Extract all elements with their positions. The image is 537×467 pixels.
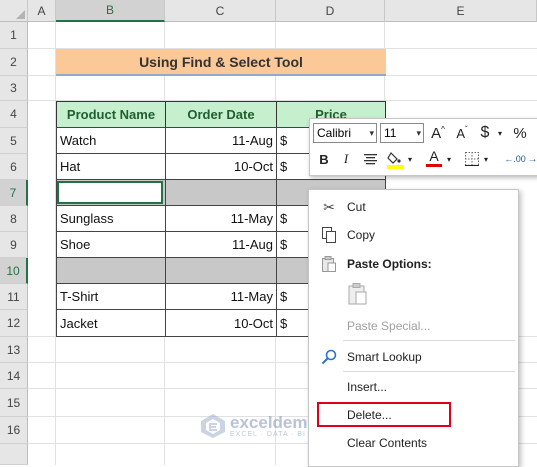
cell-product[interactable]: Shoe — [56, 231, 166, 258]
menu-item-paste-special: Paste Special... — [309, 314, 516, 338]
cell-date-blank[interactable] — [165, 257, 277, 284]
menu-item-label: Paste Options: — [347, 257, 432, 271]
menu-item-label: Cut — [347, 200, 366, 214]
font-size-box[interactable]: 11 ▾ — [380, 123, 424, 143]
row-header-12[interactable]: 12 — [0, 310, 28, 337]
select-all-corner[interactable] — [0, 0, 28, 22]
menu-item-label: Insert... — [347, 380, 388, 394]
cell-product[interactable]: Jacket — [56, 309, 166, 337]
delete-highlight-box — [317, 402, 451, 427]
watermark-name: exceldemy — [230, 413, 317, 432]
cell-date[interactable]: 10-Oct — [165, 309, 277, 337]
paste-clipboard-icon[interactable] — [345, 281, 371, 307]
row-header-5[interactable]: 5 — [0, 128, 28, 154]
font-name-box[interactable]: Calibri ▾ — [313, 123, 377, 143]
scissors-icon: ✂ — [323, 198, 335, 215]
menu-item-clear-contents[interactable]: Clear Contents — [309, 431, 516, 455]
increase-decimal-icon[interactable]: ← .00 — [504, 149, 526, 169]
row-header-1[interactable]: 1 — [0, 22, 28, 49]
row-header-3[interactable]: 3 — [0, 76, 28, 101]
cell-product[interactable]: Sunglass — [56, 205, 166, 232]
column-header-b[interactable]: B — [56, 0, 165, 22]
active-cell[interactable] — [57, 181, 163, 204]
row-header-8[interactable]: 8 — [0, 206, 28, 232]
mini-toolbar: Calibri ▾ 11 ▾ A ^ Aˇ $ ▾ % B I ▾ A ▾ ▾ ←… — [309, 118, 537, 176]
cell-date[interactable]: 11-Aug — [165, 127, 277, 154]
cell-date[interactable]: 11-May — [165, 283, 277, 310]
menu-item-cut[interactable]: ✂ Cut — [309, 195, 516, 219]
row-header-7[interactable]: 7 — [0, 180, 28, 206]
row-header-6[interactable]: 6 — [0, 154, 28, 180]
bold-icon[interactable]: B — [316, 149, 332, 169]
percent-style-icon[interactable]: % — [510, 123, 530, 143]
column-header-d[interactable]: D — [276, 0, 385, 22]
font-name-value: Calibri — [317, 126, 352, 140]
column-header-e[interactable]: E — [385, 0, 537, 22]
menu-separator — [343, 371, 515, 372]
header-order-date[interactable]: Order Date — [165, 101, 277, 128]
column-header-a[interactable]: A — [28, 0, 56, 22]
header-product-name[interactable]: Product Name — [56, 101, 166, 128]
row-header-17[interactable] — [0, 444, 28, 465]
fill-color-dropdown-icon[interactable]: ▾ — [406, 149, 414, 169]
menu-item-label: Smart Lookup — [347, 350, 422, 364]
font-color-dropdown-icon[interactable]: ▾ — [445, 149, 453, 169]
menu-item-label: Paste Special... — [347, 319, 431, 333]
row-header-14[interactable]: 14 — [0, 363, 28, 389]
menu-item-smart-lookup[interactable]: Smart Lookup — [309, 345, 516, 369]
decrease-font-size-icon[interactable]: Aˇ — [452, 123, 472, 143]
menu-item-copy[interactable]: Copy — [309, 223, 516, 247]
smart-lookup-icon — [320, 348, 338, 366]
font-color-icon[interactable]: A — [425, 147, 443, 169]
watermark-tagline: EXCEL · DATA · BI — [230, 431, 306, 438]
menu-item-label: Clear Contents — [347, 436, 428, 450]
align-center-icon[interactable] — [362, 149, 378, 169]
row-header-2[interactable]: 2 — [0, 49, 28, 76]
cell-date[interactable]: 11-May — [165, 205, 277, 232]
menu-separator — [343, 340, 515, 341]
increase-font-size-icon[interactable]: A ^ — [428, 123, 448, 143]
exceldemy-watermark: exceldemy EXCEL · DATA · BI — [200, 413, 317, 439]
clipboard-icon — [320, 255, 338, 273]
font-size-dropdown-icon[interactable]: ▾ — [416, 128, 421, 139]
cell-date-blank[interactable] — [165, 179, 277, 206]
cell-product[interactable]: Watch — [56, 127, 166, 154]
paste-options-heading: Paste Options: — [309, 252, 516, 276]
row-header-11[interactable]: 11 — [0, 284, 28, 310]
sheet-title[interactable]: Using Find & Select Tool — [56, 49, 386, 76]
italic-icon[interactable]: I — [338, 149, 354, 169]
exceldemy-logo-icon — [201, 414, 225, 438]
cell-date[interactable]: 10-Oct — [165, 153, 277, 180]
row-header-13[interactable]: 13 — [0, 337, 28, 363]
cell-product-blank[interactable] — [56, 257, 166, 284]
cell-product[interactable]: Hat — [56, 153, 166, 180]
menu-item-label: Copy — [347, 228, 376, 242]
font-size-value: 11 — [384, 126, 397, 140]
fill-color-icon[interactable] — [386, 149, 404, 171]
row-header-4[interactable]: 4 — [0, 101, 28, 128]
accounting-format-icon[interactable]: $ — [476, 123, 494, 143]
column-header-c[interactable]: C — [165, 0, 276, 22]
row-header-9[interactable]: 9 — [0, 232, 28, 258]
borders-icon[interactable] — [464, 149, 480, 169]
row-header-10[interactable]: 10 — [0, 258, 28, 284]
cell-date[interactable]: 11-Aug — [165, 231, 277, 258]
row-header-15[interactable]: 15 — [0, 389, 28, 417]
row-header-16[interactable]: 16 — [0, 417, 28, 444]
menu-item-insert[interactable]: Insert... — [309, 375, 516, 399]
decrease-decimal-icon[interactable]: → — [528, 149, 537, 169]
accounting-dropdown-icon[interactable]: ▾ — [496, 123, 504, 143]
copy-icon — [320, 226, 338, 244]
cell-product[interactable]: T-Shirt — [56, 283, 166, 310]
borders-dropdown-icon[interactable]: ▾ — [482, 149, 490, 169]
font-name-dropdown-icon[interactable]: ▾ — [369, 128, 374, 139]
